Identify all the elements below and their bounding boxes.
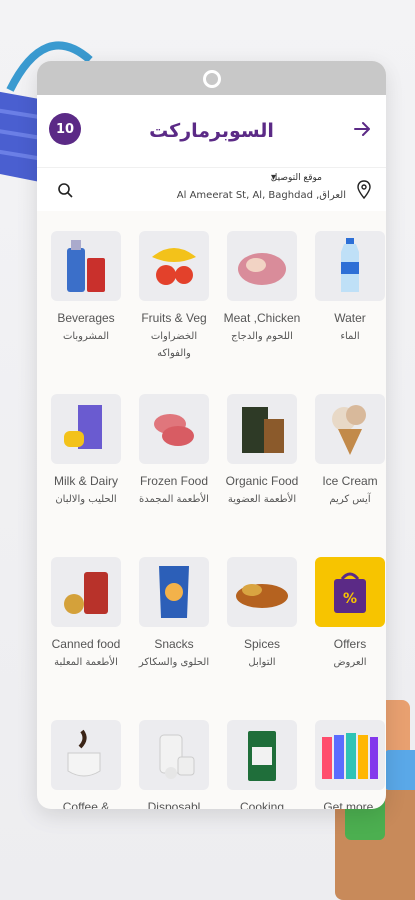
category-item[interactable]: Water الماء [309, 231, 386, 394]
category-grid: Beverages المشروبات Fruits & Veg الخضراوات … [45, 231, 385, 809]
category-name-en: Ice Cream [322, 474, 378, 488]
category-name-ar: الخضراوات والفواكه [150, 331, 198, 359]
delivery-location-bar[interactable]: ▾ موقع التوصيل Al Ameerat St, Al, Baghda… [37, 167, 386, 211]
location-pin-icon [357, 180, 371, 200]
category-item[interactable]: Disposabl [133, 720, 215, 809]
spices-icon[interactable] [227, 557, 297, 627]
camera-notch [202, 70, 221, 88]
meat-icon[interactable] [227, 231, 297, 301]
category-item[interactable]: Ice Cream آيس كريم [309, 394, 386, 557]
category-item[interactable]: Coffee & [45, 720, 127, 809]
category-item[interactable]: Meat ,Chicken اللحوم والدجاج [221, 231, 303, 394]
category-name-en: Cooking [239, 800, 285, 809]
snacks-icon[interactable] [139, 557, 209, 627]
category-item[interactable]: Frozen Food الأطعمة المجمدة [133, 394, 215, 557]
coffee-icon[interactable] [51, 720, 121, 790]
category-name-ar: الماء [340, 331, 360, 342]
category-name-ar: المشروبات [62, 331, 110, 342]
milk-icon[interactable] [51, 394, 121, 464]
category-name-en: Canned food [51, 637, 121, 651]
category-name-ar: الحلوى والسكاكر [138, 657, 210, 668]
organic-food-icon[interactable] [227, 394, 297, 464]
category-name-en: Disposabl [147, 800, 201, 809]
get-more-icon[interactable] [315, 720, 385, 790]
svg-text:%: % [343, 591, 357, 607]
category-item[interactable]: Milk & Dairy الحليب والالبان [45, 394, 127, 557]
category-name-en: Offers [333, 637, 367, 651]
category-name-ar: العروض [333, 657, 367, 668]
page-title: السوبرماركت [149, 120, 274, 142]
category-item[interactable]: Fruits & Veg الخضراوات والفواكه [133, 231, 215, 394]
category-name-en: Spices [243, 637, 281, 651]
category-name-ar: اللحوم والدجاج [231, 331, 293, 342]
category-item[interactable]: Cooking [221, 720, 303, 809]
category-name-ar: الأطعمة المعلبة [54, 657, 118, 668]
app-logo[interactable]: 10 [49, 113, 81, 145]
category-item[interactable]: Organic Food الأطعمة العضوية [221, 394, 303, 557]
category-name-ar: آيس كريم [329, 494, 371, 505]
disposables-icon[interactable] [139, 720, 209, 790]
category-name-en: Coffee & [62, 800, 110, 809]
cooking-icon[interactable] [227, 720, 297, 790]
category-item[interactable]: Get more. [309, 720, 386, 809]
water-bottle-icon[interactable] [315, 231, 385, 301]
category-name-en: Beverages [57, 311, 115, 325]
category-item[interactable]: Beverages المشروبات [45, 231, 127, 394]
category-name-ar: الأطعمة المجمدة [139, 494, 209, 505]
category-name-en: Organic Food [225, 474, 299, 488]
category-item[interactable]: Spices التوابل [221, 557, 303, 720]
category-name-en: Fruits & Veg [141, 311, 207, 325]
category-name-ar: الأطعمة العضوية [227, 494, 297, 505]
ice-cream-icon[interactable] [315, 394, 385, 464]
fruits-icon[interactable] [139, 231, 209, 301]
search-icon[interactable] [57, 182, 73, 198]
soda-icon[interactable] [51, 231, 121, 301]
category-name-en: Get more. [323, 800, 377, 809]
delivery-address: Al Ameerat St, Al, Baghdad ,العراق [176, 190, 346, 201]
category-name-en: Snacks [154, 637, 194, 651]
category-name-ar: الحليب والالبان [55, 494, 117, 505]
category-name-en: Milk & Dairy [53, 474, 118, 488]
category-name-en: Frozen Food [139, 474, 209, 488]
category-name-en: Water [334, 311, 366, 325]
category-name-ar: التوابل [248, 657, 276, 668]
delivery-location-label: موقع التوصيل [270, 173, 322, 183]
app-header: 10 السوبرماركت [37, 95, 386, 167]
arrow-right-icon[interactable] [352, 119, 372, 139]
status-bar [37, 61, 386, 95]
canned-food-icon[interactable] [51, 557, 121, 627]
category-name-en: Meat ,Chicken [223, 311, 301, 325]
category-item[interactable]: Snacks الحلوى والسكاكر [133, 557, 215, 720]
category-item[interactable]: Canned food الأطعمة المعلبة [45, 557, 127, 720]
category-item[interactable]: % Offers العروض [309, 557, 386, 720]
frozen-food-icon[interactable] [139, 394, 209, 464]
phone-frame: 10 السوبرماركت ▾ موقع التوصيل Al Ameerat… [37, 61, 386, 809]
offers-icon[interactable]: % [315, 557, 385, 627]
